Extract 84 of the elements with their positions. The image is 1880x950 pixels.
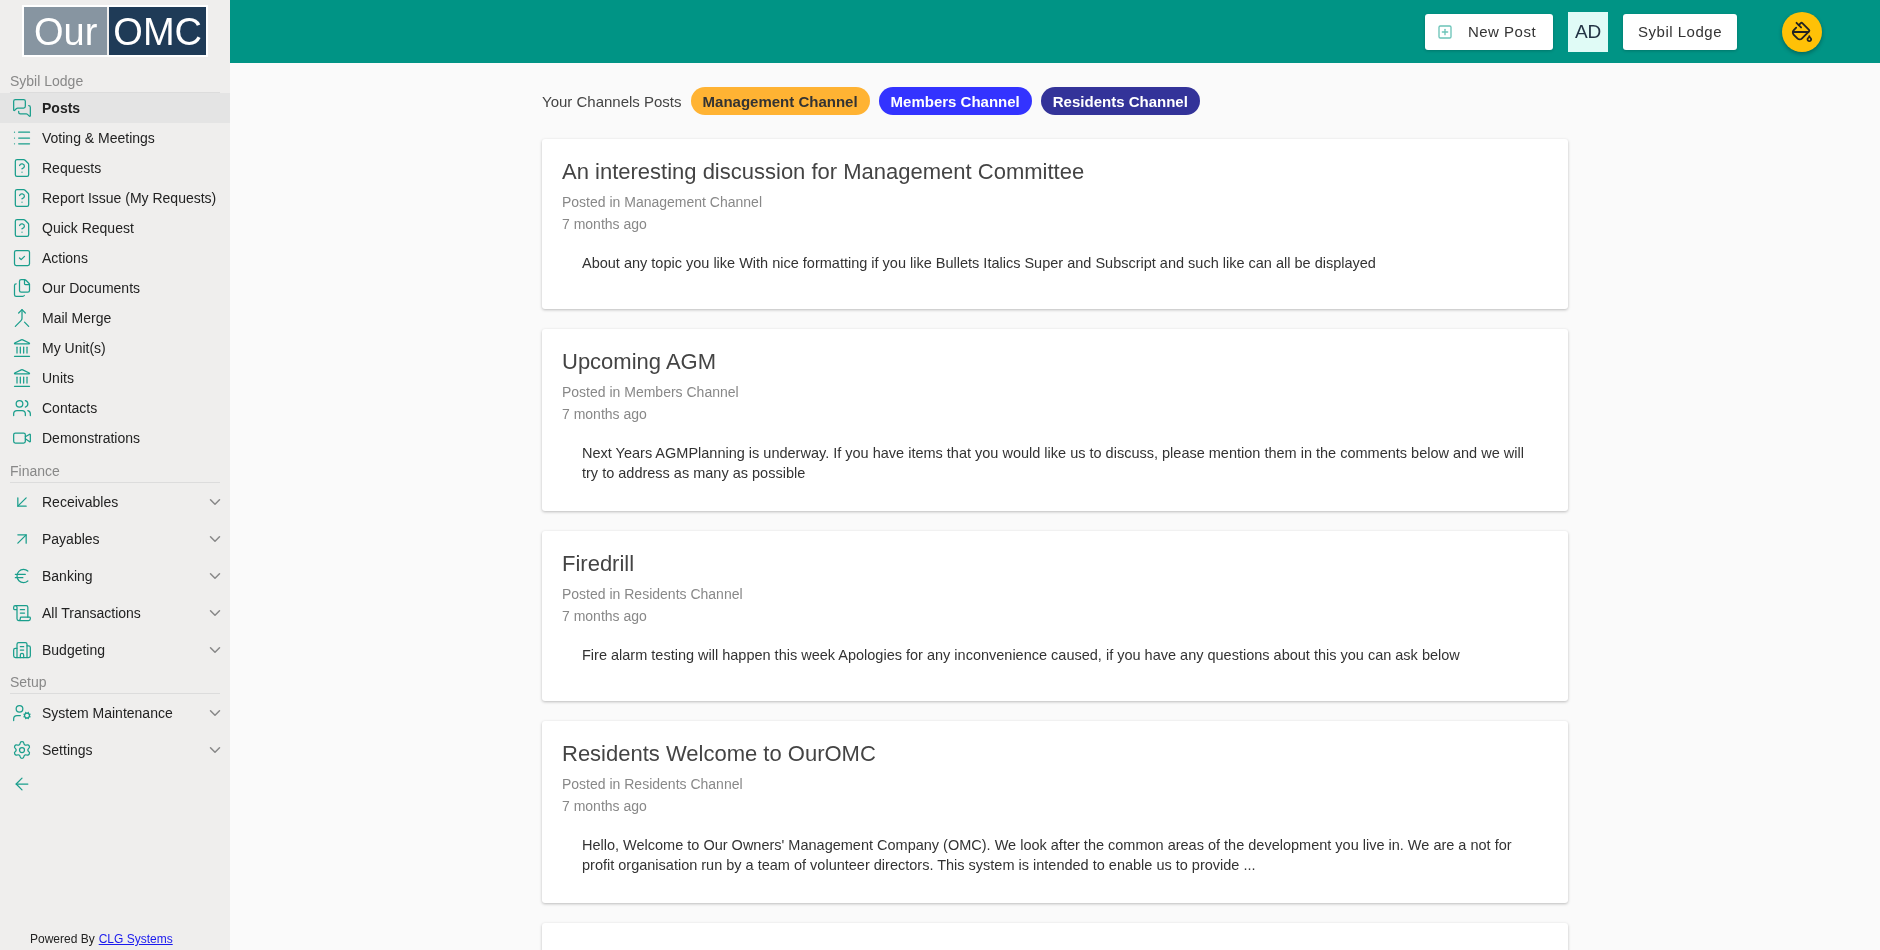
nav-item[interactable]: All Transactions [0,594,230,631]
nav-item[interactable]: Quick Request [0,213,230,243]
nav-label: Posts [42,100,82,116]
nav-label: My Unit(s) [42,340,107,356]
nav-label: Mail Merge [42,310,113,326]
nav-label: All Transactions [42,604,142,621]
nav-item[interactable]: Actions [0,243,230,273]
section-heading: Finance [10,459,220,483]
nav-label: Settings [42,741,94,758]
post-time: 7 months ago [562,607,648,626]
nav-item[interactable]: Units [0,363,230,393]
post-time: 7 months ago [562,405,648,424]
user-initials[interactable]: AD [1568,11,1609,52]
post-title[interactable]: Upcoming AGM [562,349,1548,375]
nav-item[interactable]: Posts [0,93,230,123]
section-heading: Setup [10,670,220,694]
channel-chip[interactable]: Management Channel [690,87,870,115]
post-channel: Posted in Residents Channel [562,775,744,794]
account-button[interactable]: Sybil Lodge [1623,13,1737,50]
company-link[interactable]: CLG Systems [98,932,173,946]
nav-item[interactable]: Our Documents [0,273,230,303]
nav-label: Our Documents [42,280,142,296]
nav-item[interactable]: Report Issue (My Requests) [0,183,230,213]
nav-item[interactable]: Contacts [0,393,230,423]
nav-label: Quick Request [42,220,135,236]
nav-label: Voting & Meetings [42,130,156,146]
nav-item[interactable]: Budgeting [0,631,230,668]
post-time: 7 months ago [562,797,648,816]
post-channel: Posted in Residents Channel [562,585,744,604]
post-time: 7 months ago [562,215,648,234]
nav-label: System Maintenance [42,704,174,721]
nav-item[interactable]: System Maintenance [0,694,230,731]
question-icon [12,158,32,178]
post-channel: Posted in Members Channel [562,383,740,402]
nav-label: Payables [42,530,101,547]
nav-item[interactable]: Mail Merge [0,303,230,333]
nav-label: Units [42,370,75,386]
nav-label: Contacts [42,400,99,416]
channels-label: Your Channels Posts [542,92,682,110]
nav-item[interactable]: Banking [0,557,230,594]
paint-bucket-icon [1791,20,1813,43]
document-icon [12,278,32,298]
logo-text: OMC [109,7,206,55]
checkbox-icon [12,248,32,268]
post-title[interactable]: Residents Welcome to OurOMC [562,741,1548,767]
settings-icon [12,739,32,760]
nav-label: Demonstrations [42,430,142,446]
post-title[interactable]: An interesting discussion for Management Committee [562,159,1548,185]
plus-square-icon [1436,23,1453,40]
question-icon [12,188,32,208]
nav-item[interactable]: Requests [0,153,230,183]
nav-label: Actions [42,250,89,266]
chat-bubbles-icon [12,98,32,118]
new-post-button[interactable]: New Post [1424,13,1554,50]
bank-building-icon [12,368,32,388]
channel-chip[interactable]: Residents Channel [1040,87,1200,115]
nav-item[interactable]: Receivables [0,483,230,520]
nav-item[interactable]: My Unit(s) [0,333,230,363]
channel-chip[interactable]: Members Channel [878,87,1032,115]
bank-building-icon [12,338,32,358]
paint-bucket-button[interactable] [1782,11,1822,52]
nav-label: Banking [42,567,94,584]
receipt-icon [12,602,32,623]
powered-by-text: Powered By [30,932,95,946]
nav-label: Receivables [42,493,120,510]
post-title[interactable]: Firedrill [562,551,1548,577]
post-body: Fire alarm testing will happen this week Apologies for any inconvenience caused, if you have any questions about this you can ask below [582,646,1461,665]
nav-item[interactable]: Voting & Meetings [0,123,230,153]
user-gear-icon [12,702,32,723]
merge-arrow-icon [12,308,32,328]
post-body: About any topic you like With nice formatting if you like Bullets Italics Super and Subscript and such like can all be displayed [582,254,1377,273]
post-body: Hello, Welcome to Our Owners' Management Company (OMC). We look after the common areas of the development you live in. We are a not for profit organisation run by a team of volunteer directors. This system is intended to enable us to provide ... [582,836,1513,875]
building-icon [12,639,32,660]
logo-text: Our [24,7,108,55]
question-icon [12,218,32,238]
people-icon [12,398,32,418]
nav-item[interactable]: Payables [0,520,230,557]
nav-label: Report Issue (My Requests) [42,190,218,206]
post-body: Next Years AGMPlanning is underway. If you have items that you would like us to discuss, please mention them in the comments below and we will try to address as many as possible [582,444,1525,483]
nav-item[interactable]: Settings [0,731,230,768]
nav-item[interactable]: Demonstrations [0,423,230,453]
post-channel: Posted in Management Channel [562,193,764,212]
nav-label: Requests [42,160,103,176]
nav-label: Budgeting [42,641,107,658]
